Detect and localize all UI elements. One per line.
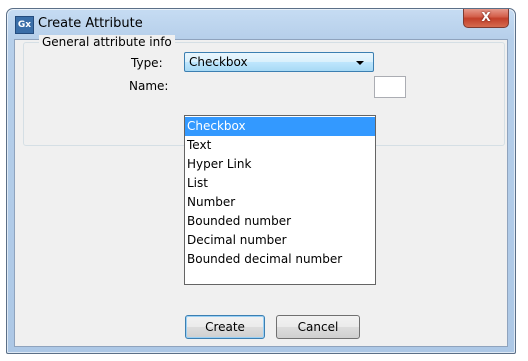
dropdown-option-decimal-number[interactable]: Decimal number (185, 231, 375, 250)
cancel-button[interactable]: Cancel (276, 315, 360, 339)
dropdown-option-text[interactable]: Text (185, 136, 375, 155)
type-dropdown-list: Checkbox Text Hyper Link List Number Bou… (184, 115, 376, 285)
type-select[interactable]: Checkbox (184, 52, 374, 72)
create-button[interactable]: Create (185, 315, 265, 339)
app-logo-icon: Gx (15, 16, 34, 34)
group-label: General attribute info (39, 35, 175, 49)
dropdown-option-list[interactable]: List (185, 174, 375, 193)
name-label: Name: (129, 79, 169, 93)
dropdown-option-bounded-number[interactable]: Bounded number (185, 212, 375, 231)
type-select-value: Checkbox (189, 55, 248, 69)
type-label: Type: (131, 56, 163, 70)
window-title: Create Attribute (38, 16, 143, 31)
dropdown-option-checkbox[interactable]: Checkbox (185, 117, 375, 136)
close-button[interactable]: X (463, 9, 509, 28)
chevron-down-icon (356, 61, 364, 65)
name-input[interactable] (374, 76, 406, 98)
dropdown-option-number[interactable]: Number (185, 193, 375, 212)
dropdown-option-hyper-link[interactable]: Hyper Link (185, 155, 375, 174)
dropdown-option-bounded-decimal-number[interactable]: Bounded decimal number (185, 250, 375, 269)
